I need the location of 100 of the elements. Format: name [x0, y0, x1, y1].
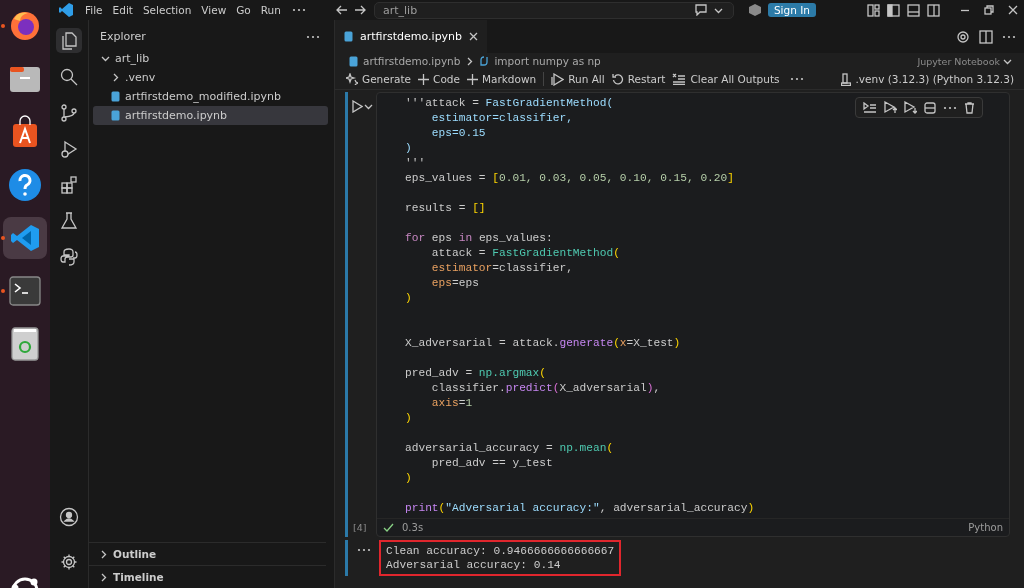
app-logo-icon	[58, 2, 74, 18]
secondary-sidebar-icon	[927, 3, 940, 17]
breadcrumb-item[interactable]: artfirstdemo.ipynb	[363, 55, 461, 67]
notebook-icon	[344, 31, 353, 42]
play-icon	[351, 100, 363, 113]
toolbar-button[interactable]: Clear All Outputs	[669, 73, 783, 85]
folder-icon	[8, 64, 42, 94]
code-line: classifier.predict(X_adversarial),	[430, 381, 661, 396]
cell-language[interactable]: Python	[968, 522, 1009, 533]
search-icon	[59, 66, 79, 87]
terminal-icon	[9, 276, 41, 306]
menu-item[interactable]: Selection	[137, 4, 197, 16]
account-icon	[59, 507, 79, 527]
code-line: )	[405, 141, 412, 156]
notebook-icon	[111, 110, 120, 121]
menu-item[interactable]: Edit	[107, 4, 138, 16]
notebook-tree-item[interactable]: artfirstdemo.ipynb	[93, 106, 328, 125]
explorer-title: Explorer	[100, 30, 146, 43]
more-icon	[1002, 34, 1016, 39]
run-cell-button[interactable]	[351, 100, 373, 113]
chevron-right-icon	[99, 549, 108, 559]
folder-tree-item[interactable]: art_lib	[93, 49, 328, 68]
more-icon	[789, 77, 804, 81]
split-editor-icon	[979, 29, 993, 44]
menu-item[interactable]: Run	[255, 4, 286, 16]
code-line: eps=eps	[430, 276, 479, 291]
kernel-picker[interactable]: .venv (3.12.3) (Python 3.12.3)	[834, 71, 1024, 87]
sidebar-section[interactable]: Timeline	[89, 565, 326, 588]
code-editor-icon	[9, 222, 41, 254]
code-line: eps_values = [0.01, 0.03, 0.05, 0.10, 0.15, 0.20]	[405, 171, 734, 186]
cell-duration: 0.3s	[402, 522, 424, 533]
delete-icon	[964, 101, 975, 114]
chevron-down-icon	[364, 102, 373, 111]
chevron-right-icon	[99, 572, 108, 582]
code-line: )	[405, 411, 412, 426]
clear-all-icon	[672, 73, 687, 85]
chat-icon	[693, 4, 708, 16]
menu-item[interactable]: View	[196, 4, 232, 16]
run-debug-icon	[59, 138, 79, 159]
notebook-tree-item[interactable]: artfirstdemo_modified.ipynb	[93, 87, 328, 106]
command-center[interactable]: art_lib	[373, 1, 734, 19]
layout-icon	[867, 3, 880, 17]
more-icon	[356, 548, 371, 552]
help-icon	[8, 168, 42, 202]
files-icon	[59, 30, 79, 51]
settings-icon	[60, 553, 78, 571]
code-line: X_adversarial = attack.generate(x=X_test)	[405, 336, 681, 351]
run-below-icon	[904, 101, 917, 114]
code-line: results = []	[405, 201, 486, 216]
trash-icon	[10, 326, 40, 362]
branch-icon	[59, 102, 79, 123]
plus-icon	[418, 73, 430, 85]
back-icon	[335, 5, 348, 15]
chevron-right-icon	[465, 56, 475, 66]
toolbar-button[interactable]: Markdown	[463, 73, 540, 85]
code-line: eps=0.15	[430, 126, 486, 141]
activity-bar-button[interactable]	[56, 28, 82, 53]
extensions-icon	[59, 174, 79, 195]
sidebar-section[interactable]: Outline	[89, 542, 326, 565]
python-icon	[479, 56, 490, 66]
forward-icon	[353, 5, 366, 15]
code-line: for eps in eps_values:	[405, 231, 553, 246]
code-line: )	[405, 291, 412, 306]
more-icon	[943, 105, 957, 110]
restore-icon	[984, 5, 994, 15]
code-line: axis=1	[430, 396, 473, 411]
bag-icon	[10, 115, 40, 149]
menu-item[interactable]: File	[80, 4, 108, 16]
restart-icon	[611, 73, 624, 85]
code-line: print("Adversarial accuracy:", adversarial_accuracy)	[405, 501, 755, 516]
more-icon	[291, 8, 306, 12]
toolbar-button[interactable]: Code	[415, 73, 463, 85]
run-all-icon	[551, 72, 565, 86]
notebook-icon	[349, 55, 358, 67]
plus-icon	[466, 73, 478, 85]
menu-item[interactable]: Go	[231, 4, 256, 16]
server-icon	[840, 72, 851, 86]
split-cell-icon	[924, 101, 936, 114]
sparkle-icon	[346, 73, 358, 85]
folder-tree-item[interactable]: .venv	[93, 68, 328, 87]
sign-in-button[interactable]: Sign In	[767, 3, 816, 17]
run-above-icon	[884, 101, 897, 114]
toolbar-button[interactable]: Run All	[548, 72, 608, 86]
toolbar-button[interactable]: Generate	[343, 73, 415, 85]
code-line: )	[405, 471, 412, 486]
breadcrumb-item[interactable]: import numpy as np	[494, 55, 601, 67]
code-cell[interactable]	[376, 92, 1010, 537]
flask-icon	[59, 210, 79, 231]
code-line: '''	[405, 156, 426, 171]
notebook-icon	[111, 91, 120, 102]
editor-tab[interactable]: artfirstdemo.ipynb	[335, 20, 488, 53]
toolbar-button[interactable]: Restart	[608, 73, 669, 85]
chevron-right-icon	[111, 73, 120, 82]
sidebar-toggle-icon	[887, 3, 900, 17]
execution-count: [4]	[353, 522, 367, 533]
execute-above-icon	[863, 101, 877, 114]
close-icon	[1008, 5, 1018, 15]
code-line: adversarial_accuracy = np.mean(	[405, 441, 614, 456]
chevron-down-icon	[101, 54, 110, 63]
notebook-type[interactable]: Jupyter Notebook	[917, 55, 1000, 67]
